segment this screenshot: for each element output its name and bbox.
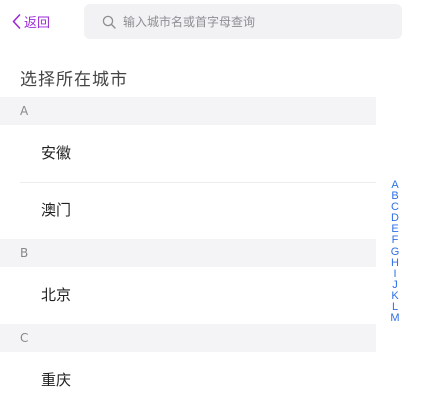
section-header-a: A <box>0 97 376 125</box>
top-bar: 返回 <box>0 0 422 44</box>
city-list: A 安徽 澳门 B 北京 C 重庆 <box>0 97 376 393</box>
search-box[interactable] <box>84 4 402 39</box>
section-header-b: B <box>0 239 376 267</box>
search-input[interactable] <box>123 14 363 29</box>
city-item[interactable]: 北京 <box>0 267 376 324</box>
city-item[interactable]: 重庆 <box>0 352 376 393</box>
index-letter-f[interactable]: F <box>392 235 399 246</box>
back-button[interactable]: 返回 <box>12 10 50 32</box>
search-icon <box>102 15 116 29</box>
index-letter-m[interactable]: M <box>390 313 399 324</box>
index-letter-g[interactable]: G <box>391 246 400 258</box>
city-item[interactable]: 安徽 <box>0 125 376 182</box>
city-item[interactable]: 澳门 <box>0 182 376 239</box>
page-title: 选择所在城市 <box>20 70 128 90</box>
section-header-c: C <box>0 324 376 352</box>
chevron-left-icon <box>12 13 21 29</box>
alphabet-index-bar[interactable]: A B C D E F G H I J K L M <box>388 179 402 324</box>
city-picker-page: 返回 选择所在城市 A 安徽 澳门 B 北京 C 重庆 A B C D E F … <box>0 0 422 393</box>
back-label: 返回 <box>24 15 51 31</box>
